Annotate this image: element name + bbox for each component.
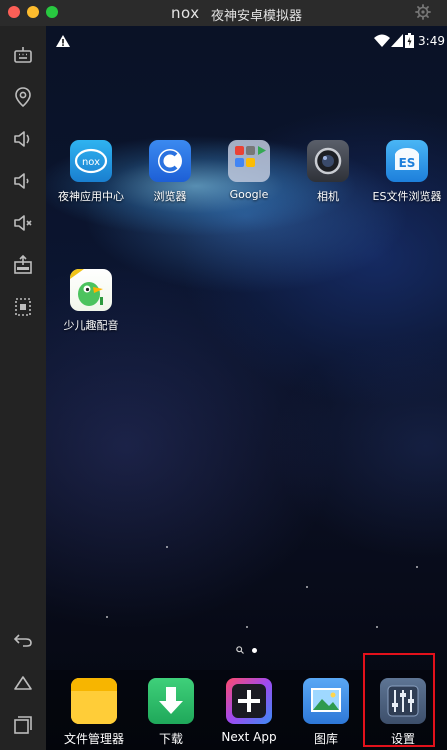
star-decoration [106,616,108,618]
star-decoration [306,586,308,588]
nox-logo: nox [171,4,200,22]
wifi-icon [374,34,390,47]
dock-app-download[interactable]: 下载 [132,678,210,747]
kids-dubbing-icon [70,269,112,311]
app-label: 浏览器 [153,190,187,203]
apk-install-icon[interactable] [9,251,37,279]
app-google-folder[interactable]: Google [212,140,286,201]
recent-apps-icon[interactable] [9,711,37,739]
warning-icon [56,35,70,47]
app-label: Next App [221,730,277,744]
app-camera[interactable]: 相机 [291,140,365,204]
app-label: Google [229,188,269,201]
window-titlebar: nox 夜神安卓模拟器 [0,0,447,26]
app-label: 图库 [313,732,338,746]
app-nox-center[interactable]: nox 夜神应用中心 [54,140,128,204]
signal-icon [391,34,403,47]
svg-text:nox: nox [82,157,100,168]
app-label: ES文件浏览器 [372,190,442,203]
app-label: 相机 [317,190,339,203]
svg-text:ES: ES [399,156,416,170]
location-icon[interactable] [9,83,37,111]
settings-highlight-box [363,653,435,747]
download-icon [148,678,194,724]
dock-app-file-manager[interactable]: 文件管理器 [55,678,133,747]
battery-icon [405,33,414,48]
keyboard-icon[interactable] [9,42,37,70]
emulator-sidebar [0,26,46,750]
star-decoration [246,626,248,628]
volume-up-icon[interactable] [9,125,37,153]
app-label: 下载 [158,732,183,746]
google-folder-icon [228,140,270,182]
app-browser[interactable]: 浏览器 [133,140,207,204]
status-time: 3:49 [418,34,445,48]
screenshot-icon[interactable] [9,293,37,321]
settings-gear-icon[interactable] [415,4,431,20]
maximize-window-button[interactable] [46,6,58,18]
star-decoration [376,626,378,628]
es-file-explorer-icon: ES [386,140,428,182]
browser-icon [149,140,191,182]
camera-icon [307,140,349,182]
dock-app-gallery[interactable]: 图库 [287,678,365,747]
page-indicator [236,646,257,654]
search-icon[interactable] [236,646,244,654]
mute-icon[interactable] [9,209,37,237]
window-title: 夜神安卓模拟器 [211,9,303,24]
app-label: 夜神应用中心 [58,190,124,203]
volume-down-icon[interactable] [9,167,37,195]
next-app-plus-icon [226,678,272,724]
star-decoration [166,546,168,548]
app-kids-dubbing[interactable]: 少儿趣配音 [54,269,128,333]
minimize-window-button[interactable] [27,6,39,18]
star-decoration [416,566,418,568]
back-icon[interactable] [9,626,37,654]
gallery-icon [303,678,349,724]
file-manager-icon [71,678,117,724]
home-icon[interactable] [9,669,37,697]
dock-app-next-app[interactable]: Next App [210,678,288,744]
page-dot-active [252,647,257,653]
app-label: 文件管理器 [63,732,124,746]
android-status-bar: 3:49 [46,26,447,56]
close-window-button[interactable] [8,6,20,18]
nox-app-center-icon: nox [70,140,112,182]
app-es-file-explorer[interactable]: ES ES文件浏览器 [370,140,444,204]
app-label: 少儿趣配音 [63,319,119,332]
android-home-screen[interactable]: 3:49 nox 夜神应用中心 浏览器 Google 相机 ES ES文件浏览器 [46,26,447,750]
